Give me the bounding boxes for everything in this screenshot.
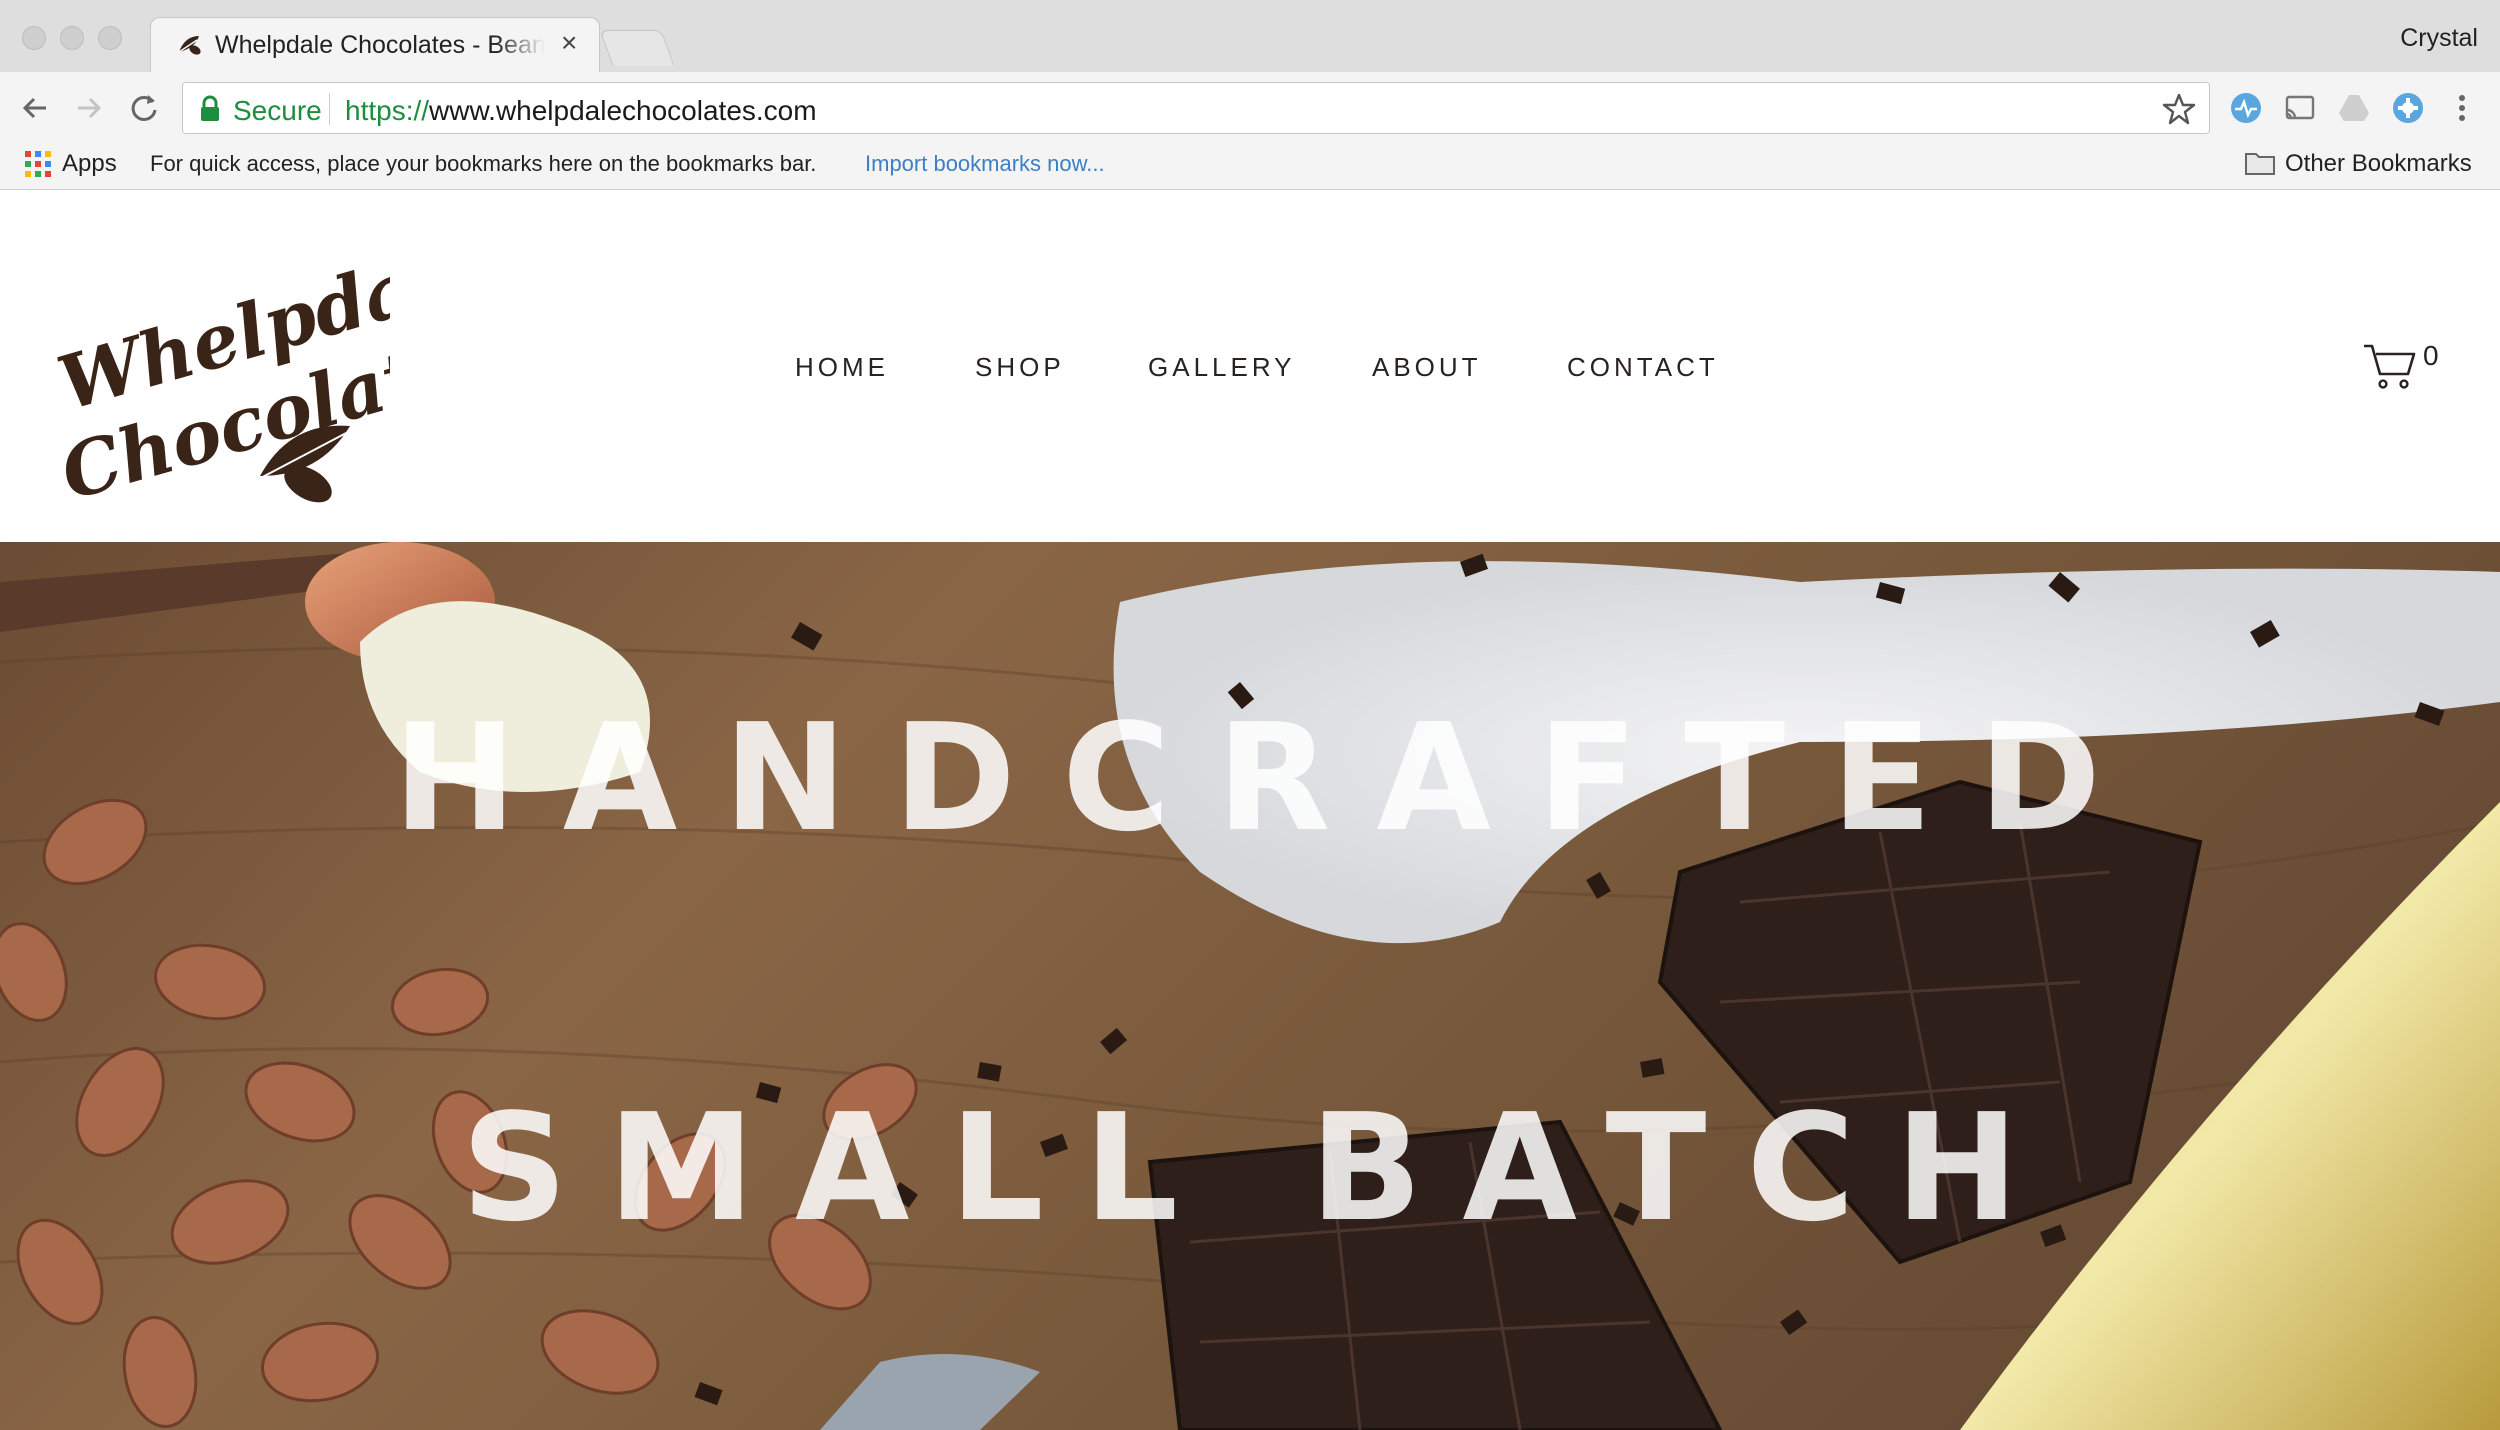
address-separator [329,93,330,125]
browser-tab-active[interactable]: Whelpdale Chocolates - Bean to Bar × [150,17,600,73]
back-arrow-icon[interactable] [14,86,58,130]
cast-icon[interactable] [2282,90,2318,126]
reload-icon[interactable] [122,86,166,130]
close-tab-icon[interactable]: × [561,28,577,58]
menu-dots-icon[interactable] [2444,90,2480,126]
apps-grid-icon[interactable] [24,150,52,178]
cart-count[interactable]: 0 [2423,340,2439,372]
url-scheme: https:// [345,95,430,126]
apps-label[interactable]: Apps [62,150,117,178]
nav-about[interactable]: ABOUT [1372,352,1482,383]
browser-toolbar: Secure https://www.whelpdalechocolates.c… [0,72,2500,144]
shopping-cart-icon[interactable] [2362,340,2418,392]
drive-icon[interactable] [2336,90,2372,126]
new-tab-button[interactable] [599,30,675,66]
hero-headline-handcrafted: HANDCRAFTED [392,692,2148,864]
secure-label: Secure [233,95,322,126]
close-window-button[interactable] [22,26,46,50]
tab-title: Whelpdale Chocolates - Bean to Bar [215,31,545,59]
folder-icon [2245,153,2275,175]
forward-arrow-icon[interactable] [66,86,110,130]
extension-icon[interactable] [2228,90,2264,126]
nav-contact[interactable]: CONTACT [1567,352,1719,383]
extension-icon[interactable] [2390,90,2426,126]
hero-banner: HANDCRAFTED SMALL BATCH [0,542,2500,1430]
nav-home[interactable]: HOME [795,352,889,383]
url-host: www.whelpdalechocolates.com [429,95,817,126]
maximize-window-button[interactable] [98,26,122,50]
nav-shop[interactable]: SHOP [975,352,1065,383]
profile-name[interactable]: Crystal [2400,24,2478,53]
bookmarks-bar: Apps For quick access, place your bookma… [0,144,2500,190]
hero-photo-chocolate-ingredients [0,542,2500,1430]
whelpdale-chocolates-logo[interactable]: Whelpdale Chocolates [50,226,390,516]
star-icon[interactable] [2161,91,2197,127]
nav-gallery[interactable]: GALLERY [1148,352,1295,383]
hero-headline-small-batch: SMALL BATCH [461,1082,2059,1254]
other-bookmarks[interactable]: Other Bookmarks [2285,150,2472,178]
url-text[interactable]: https://www.whelpdalechocolates.com [345,95,817,127]
site-header: Whelpdale Chocolates HOME SHOP GALLERY A… [0,190,2500,542]
browser-tabstrip: Whelpdale Chocolates - Bean to Bar × Cry… [0,0,2500,73]
lock-icon [201,95,219,121]
address-bar[interactable]: Secure https://www.whelpdalechocolates.c… [182,82,2210,134]
import-bookmarks-link[interactable]: Import bookmarks now... [865,151,1105,177]
cocoa-leaf-favicon-icon [178,36,201,55]
bookmarks-hint: For quick access, place your bookmarks h… [150,151,817,176]
minimize-window-button[interactable] [60,26,84,50]
